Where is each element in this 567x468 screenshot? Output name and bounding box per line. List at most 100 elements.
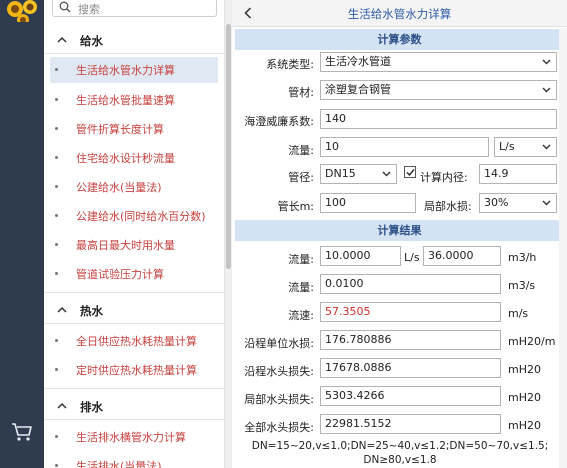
menu-item[interactable]: 管道试验压力计算 <box>50 261 218 287</box>
result-flow-label: 流量: <box>288 253 314 266</box>
chevron-down-icon <box>542 87 551 93</box>
bullet <box>55 368 58 371</box>
bullet <box>55 156 58 159</box>
chevron-up-icon <box>57 306 67 313</box>
hazen-input[interactable]: 140 <box>320 109 557 129</box>
menu-scrollbar[interactable] <box>224 0 232 468</box>
system-type-label: 系统类型: <box>266 58 314 71</box>
result-flow-m3s: 0.0100 <box>320 274 501 294</box>
inner-diameter-checkbox[interactable] <box>404 166 416 178</box>
inner-diameter-input[interactable]: 14.9 <box>479 164 557 184</box>
menu-item[interactable]: 生活排水(当量法) <box>50 453 218 468</box>
result-flow-ls: 10.0000 <box>320 246 401 266</box>
bullet <box>55 243 58 246</box>
section-header-water-supply[interactable]: 给水 <box>44 29 224 51</box>
local-loss-value: 30% <box>484 196 509 209</box>
menu-item[interactable]: 定时供应热水耗热量计算 <box>50 357 218 383</box>
panel-title: 生活给水管水力详算 <box>347 7 452 21</box>
length-input[interactable]: 100 <box>320 193 416 213</box>
divider <box>44 419 224 420</box>
section-title: 给水 <box>80 34 103 48</box>
sunflower-logo-icon <box>6 0 38 22</box>
diameter-label: 管径: <box>288 171 314 184</box>
total-head-unit: mH20 <box>508 419 541 432</box>
menu-item-label: 生活给水管批量速算 <box>76 94 175 107</box>
bullet <box>55 435 58 438</box>
velocity-label: 流速: <box>288 309 314 322</box>
menu-item[interactable]: 生活给水管水力详算 <box>50 57 218 83</box>
menu-item-label: 定时供应热水耗热量计算 <box>76 364 197 377</box>
velocity-unit: m/s <box>508 307 529 320</box>
chevron-down-icon <box>542 144 551 150</box>
local-loss-select[interactable]: 30% <box>479 193 557 213</box>
menu-item-label: 生活排水(当量法) <box>76 460 162 468</box>
result-flow2-label: 流量: <box>288 281 314 294</box>
params-header: 计算参数 <box>235 29 564 50</box>
local-head-unit: mH20 <box>508 391 541 404</box>
divider <box>44 388 224 389</box>
search-input[interactable]: 搜索 <box>52 0 217 17</box>
chevron-down-icon <box>542 200 551 206</box>
diameter-select[interactable]: DN15 <box>320 164 397 184</box>
menu-item[interactable]: 全日供应热水耗热量计算 <box>50 328 218 354</box>
menu-item[interactable]: 最高日最大时用水量 <box>50 232 218 258</box>
panel-scrollbar[interactable] <box>559 28 567 468</box>
chevron-up-icon <box>57 402 67 409</box>
flow-unit-select[interactable]: L/s <box>494 137 557 157</box>
velocity-value: 57.3505 <box>320 302 501 322</box>
section-header-hot-water[interactable]: 热水 <box>44 299 224 321</box>
material-select[interactable]: 涂塑复合钢管 <box>320 80 557 100</box>
bullet <box>55 464 58 467</box>
flow-input[interactable]: 10 <box>320 137 489 157</box>
bullet <box>55 339 58 342</box>
divider <box>44 323 224 324</box>
menu-item[interactable]: 生活给水管批量速算 <box>50 87 218 113</box>
menu-item-label: 生活给水管水力详算 <box>76 64 175 77</box>
checkbox-checked-icon <box>406 169 415 177</box>
menu-item[interactable]: 管件折算长度计算 <box>50 116 218 142</box>
unit-loss-value: 176.780886 <box>320 330 501 350</box>
menu-item-label: 全日供应热水耗热量计算 <box>76 335 197 348</box>
system-type-value: 生活冷水管道 <box>325 55 391 68</box>
menu-item[interactable]: 公建给水(同时给水百分数) <box>50 203 218 229</box>
result-flow-m3h: 36.0000 <box>423 246 501 266</box>
divider <box>44 292 224 293</box>
bullet <box>55 272 58 275</box>
total-head-label: 全部水头损失: <box>244 421 314 434</box>
material-value: 涂塑复合钢管 <box>325 83 391 96</box>
head-loss-unit: mH20 <box>508 363 541 376</box>
head-loss-value: 17678.0886 <box>320 358 501 378</box>
local-loss-label: 局部水损: <box>424 200 472 213</box>
diameter-value: DN15 <box>325 167 356 180</box>
result-flow-m3s-unit: m3/s <box>508 279 536 292</box>
section-title: 热水 <box>80 304 103 318</box>
cart-icon[interactable] <box>10 421 34 443</box>
results-header: 计算结果 <box>235 220 564 241</box>
bullet <box>55 127 58 130</box>
app-rail <box>0 0 44 468</box>
calculator-panel: 生活给水管水力详算 计算参数 系统类型: 生活冷水管道 管材: 涂塑复合钢管 海… <box>232 0 567 468</box>
menu-item-label: 生活排水横管水力计算 <box>76 431 186 444</box>
menu-item-label: 住宅给水设计秒流量 <box>76 152 175 165</box>
menu-scrollbar-thumb[interactable] <box>226 24 231 269</box>
menu-item[interactable]: 生活排水横管水力计算 <box>50 424 218 450</box>
panel-header: 生活给水管水力详算 <box>232 0 567 27</box>
hazen-label: 海澄威廉系数: <box>244 115 314 128</box>
chevron-down-icon <box>542 59 551 65</box>
bullet <box>55 98 58 101</box>
function-menu: 搜索 给水 生活给水管水力详算 生活给水管批量速算 管件折算长度计算 住宅给水设… <box>44 0 224 468</box>
section-header-drainage[interactable]: 排水 <box>44 395 224 417</box>
system-type-select[interactable]: 生活冷水管道 <box>320 52 557 72</box>
flow-unit-value: L/s <box>499 140 515 153</box>
result-flow-ls-unit: L/s <box>404 251 420 264</box>
menu-item[interactable]: 住宅给水设计秒流量 <box>50 145 218 171</box>
chevron-down-icon <box>382 171 391 177</box>
bullet <box>55 68 58 71</box>
divider <box>44 53 224 54</box>
menu-item-label: 管道试验压力计算 <box>76 268 164 281</box>
menu-item[interactable]: 公建给水(当量法) <box>50 174 218 200</box>
inner-diameter-label: 计算内径: <box>420 171 468 184</box>
menu-item-label: 公建给水(同时给水百分数) <box>76 210 206 223</box>
search-placeholder: 搜索 <box>78 3 100 16</box>
local-head-value: 5303.4266 <box>320 386 501 406</box>
